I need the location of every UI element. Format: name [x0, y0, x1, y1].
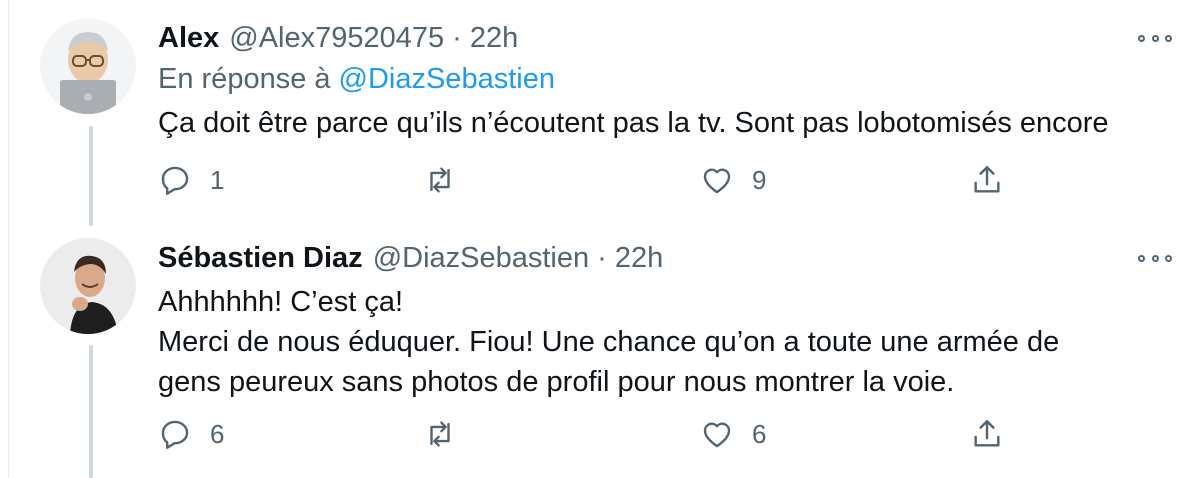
retweet-icon: [430, 421, 450, 447]
tweet-text-line: gens peureux sans photos de profil pour …: [158, 366, 955, 398]
tweet-alex[interactable]: Alex @Alex79520475 · 22h En réponse à @Di…: [0, 0, 1202, 230]
retweet-button[interactable]: [423, 414, 457, 454]
retweet-icon: [430, 167, 450, 193]
username[interactable]: @DiazSebastien: [373, 242, 589, 275]
timestamp[interactable]: 22h: [470, 22, 518, 55]
share-button[interactable]: [970, 414, 1004, 454]
share-icon: [974, 420, 1000, 447]
profile-photo-avatar: [40, 238, 136, 334]
reply-context: En réponse à @DiazSebastien: [158, 63, 555, 96]
tweet-actions: 1 9: [158, 160, 1202, 200]
memoji-laptop-avatar: [40, 18, 136, 114]
reply-mention-link[interactable]: @DiazSebastien: [339, 63, 555, 95]
more-options-icon[interactable]: [1138, 249, 1172, 267]
tweet-header: Sébastien Diaz @DiazSebastien · 22h: [158, 240, 663, 276]
reply-icon: [161, 166, 189, 195]
tweet-text: Ahhhhhh! C’est ça! Merci de nous éduquer…: [158, 282, 1059, 402]
separator: ·: [452, 21, 462, 54]
username[interactable]: @Alex79520475: [229, 22, 444, 55]
tweet-text: Ça doit être parce qu’ils n’écoutent pas…: [158, 103, 1109, 143]
tweet-text-line: Ahhhhhh! C’est ça!: [158, 286, 404, 318]
reply-button[interactable]: 1: [158, 160, 224, 200]
like-button[interactable]: 6: [700, 414, 766, 454]
share-button[interactable]: [970, 160, 1004, 200]
tweet-text-line: Ça doit être parce qu’ils n’écoutent pas…: [158, 107, 1109, 139]
like-icon: [703, 168, 731, 194]
display-name[interactable]: Alex: [158, 22, 219, 55]
timestamp[interactable]: 22h: [615, 242, 663, 275]
like-button[interactable]: 9: [700, 160, 766, 200]
reply-count: 6: [210, 418, 225, 449]
share-icon: [974, 166, 1000, 193]
reply-icon: [161, 420, 189, 449]
avatar[interactable]: [40, 238, 136, 334]
separator: ·: [597, 241, 607, 274]
like-count: 9: [752, 164, 767, 195]
like-icon: [703, 422, 731, 448]
reply-count: 1: [210, 164, 225, 195]
reply-button[interactable]: 6: [158, 414, 224, 454]
avatar[interactable]: [40, 18, 136, 114]
tweet-header: Alex @Alex79520475 · 22h: [158, 20, 518, 56]
tweet-sebastien[interactable]: Sébastien Diaz @DiazSebastien · 22h Ahhh…: [0, 230, 1202, 478]
display-name[interactable]: Sébastien Diaz: [158, 242, 363, 275]
like-count: 6: [752, 418, 767, 449]
retweet-button[interactable]: [423, 160, 457, 200]
reply-prefix: En réponse à: [158, 63, 331, 95]
more-options-icon[interactable]: [1138, 29, 1172, 47]
tweet-actions: 6 6: [158, 414, 1202, 454]
tweet-text-line: Merci de nous éduquer. Fiou! Une chance …: [158, 326, 1060, 358]
